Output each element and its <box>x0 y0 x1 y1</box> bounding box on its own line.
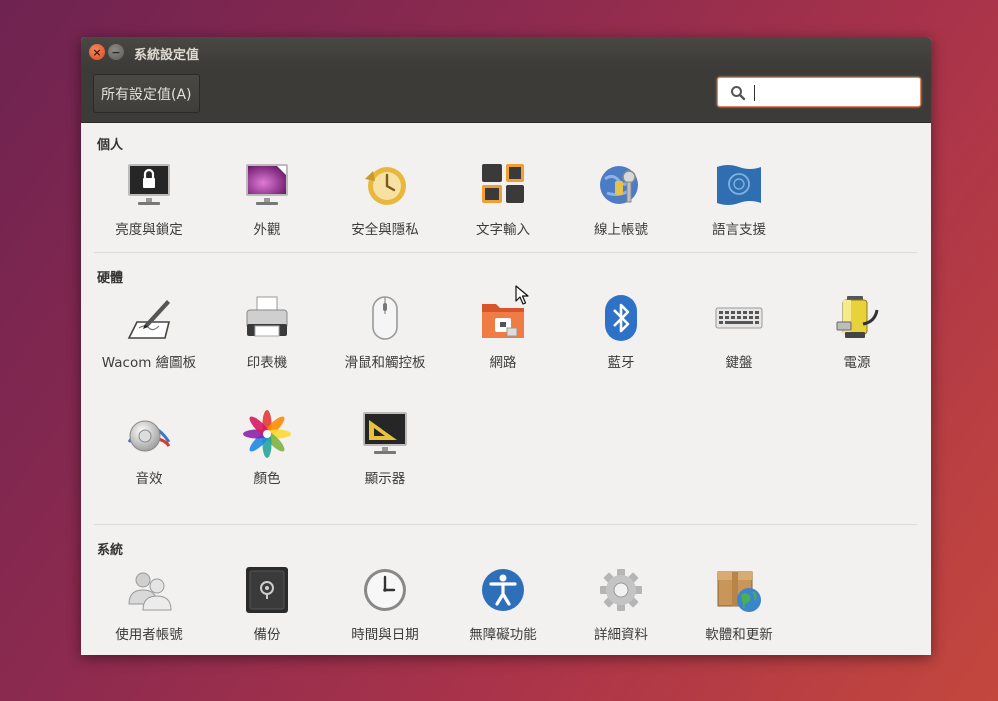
item-language-support[interactable]: 語言支援 <box>684 161 794 242</box>
item-label: 安全與隱私 <box>351 222 419 238</box>
item-time-date[interactable]: 時間與日期 <box>330 566 440 647</box>
window-title: 系統設定值 <box>134 48 200 63</box>
software-updates-icon <box>717 571 761 612</box>
time-date-icon <box>364 569 406 611</box>
item-text-entry[interactable]: 文字輸入 <box>448 161 558 242</box>
item-label: 電源 <box>843 355 871 371</box>
item-label: 文字輸入 <box>476 222 530 238</box>
search-box[interactable] <box>717 77 921 107</box>
sound-icon <box>127 420 171 452</box>
all-settings-button[interactable]: 所有設定值(A) <box>93 74 200 113</box>
item-keyboard[interactable]: 鍵盤 <box>684 294 794 375</box>
item-label: 亮度與鎖定 <box>115 222 183 238</box>
item-label: 語言支援 <box>712 222 766 238</box>
item-label: 滑鼠和觸控板 <box>344 355 426 371</box>
search-input[interactable] <box>752 82 916 104</box>
bluetooth-icon <box>605 295 637 341</box>
item-label: 軟體和更新 <box>705 627 773 643</box>
item-label: 外觀 <box>253 222 281 238</box>
mouse-pointer-icon <box>515 285 529 305</box>
color-icon <box>243 410 291 458</box>
language-support-icon <box>717 165 761 205</box>
item-label: 時間與日期 <box>351 627 419 643</box>
item-label: 備份 <box>253 627 281 643</box>
item-power[interactable]: 電源 <box>802 294 912 375</box>
item-software-updates[interactable]: 軟體和更新 <box>684 566 794 647</box>
close-button[interactable]: × <box>89 44 105 60</box>
section-divider <box>94 524 917 525</box>
title-bar[interactable]: × − 系統設定值 <box>81 37 931 67</box>
item-displays[interactable]: 顯示器 <box>330 410 440 491</box>
item-label: 顏色 <box>253 471 281 487</box>
item-bluetooth[interactable]: 藍牙 <box>566 294 676 375</box>
item-label: 網路 <box>489 355 517 371</box>
displays-icon <box>363 412 407 454</box>
backup-icon <box>246 567 288 613</box>
item-label: 無障礙功能 <box>469 627 537 643</box>
item-brightness-lock[interactable]: 亮度與鎖定 <box>94 161 204 242</box>
item-label: 鍵盤 <box>725 355 753 371</box>
section-title-personal: 個人 <box>97 138 124 153</box>
details-icon <box>600 569 642 611</box>
item-user-accounts[interactable]: 使用者帳號 <box>94 566 204 647</box>
printer-icon <box>246 296 288 337</box>
power-icon <box>836 296 879 338</box>
keyboard-icon <box>715 307 763 329</box>
item-details[interactable]: 詳細資料 <box>566 566 676 647</box>
minimize-icon: − <box>111 45 121 59</box>
item-printer[interactable]: 印表機 <box>212 294 322 375</box>
item-label: 藍牙 <box>607 355 635 371</box>
item-label: Wacom 繪圖板 <box>101 355 197 371</box>
item-online-accounts[interactable]: 線上帳號 <box>566 161 676 242</box>
accessibility-icon <box>482 569 524 611</box>
item-security-privacy[interactable]: 安全與隱私 <box>330 161 440 242</box>
item-appearance[interactable]: 外觀 <box>212 161 322 242</box>
wacom-tablet-icon <box>127 300 171 339</box>
item-backup[interactable]: 備份 <box>212 566 322 647</box>
item-label: 音效 <box>135 471 163 487</box>
close-icon: × <box>92 45 102 59</box>
online-accounts-icon <box>600 166 638 204</box>
item-network[interactable]: 網路 <box>448 294 558 375</box>
item-label: 印表機 <box>246 355 288 371</box>
minimize-button[interactable]: − <box>108 44 124 60</box>
item-sound[interactable]: 音效 <box>94 410 204 491</box>
text-caret <box>754 85 755 101</box>
section-divider <box>94 252 917 253</box>
system-settings-window: × − 系統設定值 所有設定值(A) 個人 亮度與鎖定 外觀 安全與隱私 文字輸… <box>81 37 931 655</box>
brightness-lock-icon <box>128 164 170 205</box>
section-title-system: 系統 <box>97 543 124 558</box>
security-privacy-icon <box>365 167 406 205</box>
item-label: 顯示器 <box>364 471 406 487</box>
item-label: 詳細資料 <box>594 627 648 643</box>
text-entry-icon <box>482 164 524 203</box>
search-icon <box>731 86 746 101</box>
toolbar: 所有設定值(A) <box>81 67 931 123</box>
appearance-icon <box>246 164 288 205</box>
item-accessibility[interactable]: 無障礙功能 <box>448 566 558 647</box>
item-mouse-touchpad[interactable]: 滑鼠和觸控板 <box>330 294 440 375</box>
item-label: 線上帳號 <box>594 222 648 238</box>
item-label: 使用者帳號 <box>115 627 183 643</box>
item-wacom-tablet[interactable]: Wacom 繪圖板 <box>94 294 204 375</box>
item-color[interactable]: 顏色 <box>212 410 322 491</box>
mouse-icon <box>372 296 398 340</box>
user-accounts-icon <box>128 572 172 611</box>
section-title-hardware: 硬體 <box>97 271 124 286</box>
